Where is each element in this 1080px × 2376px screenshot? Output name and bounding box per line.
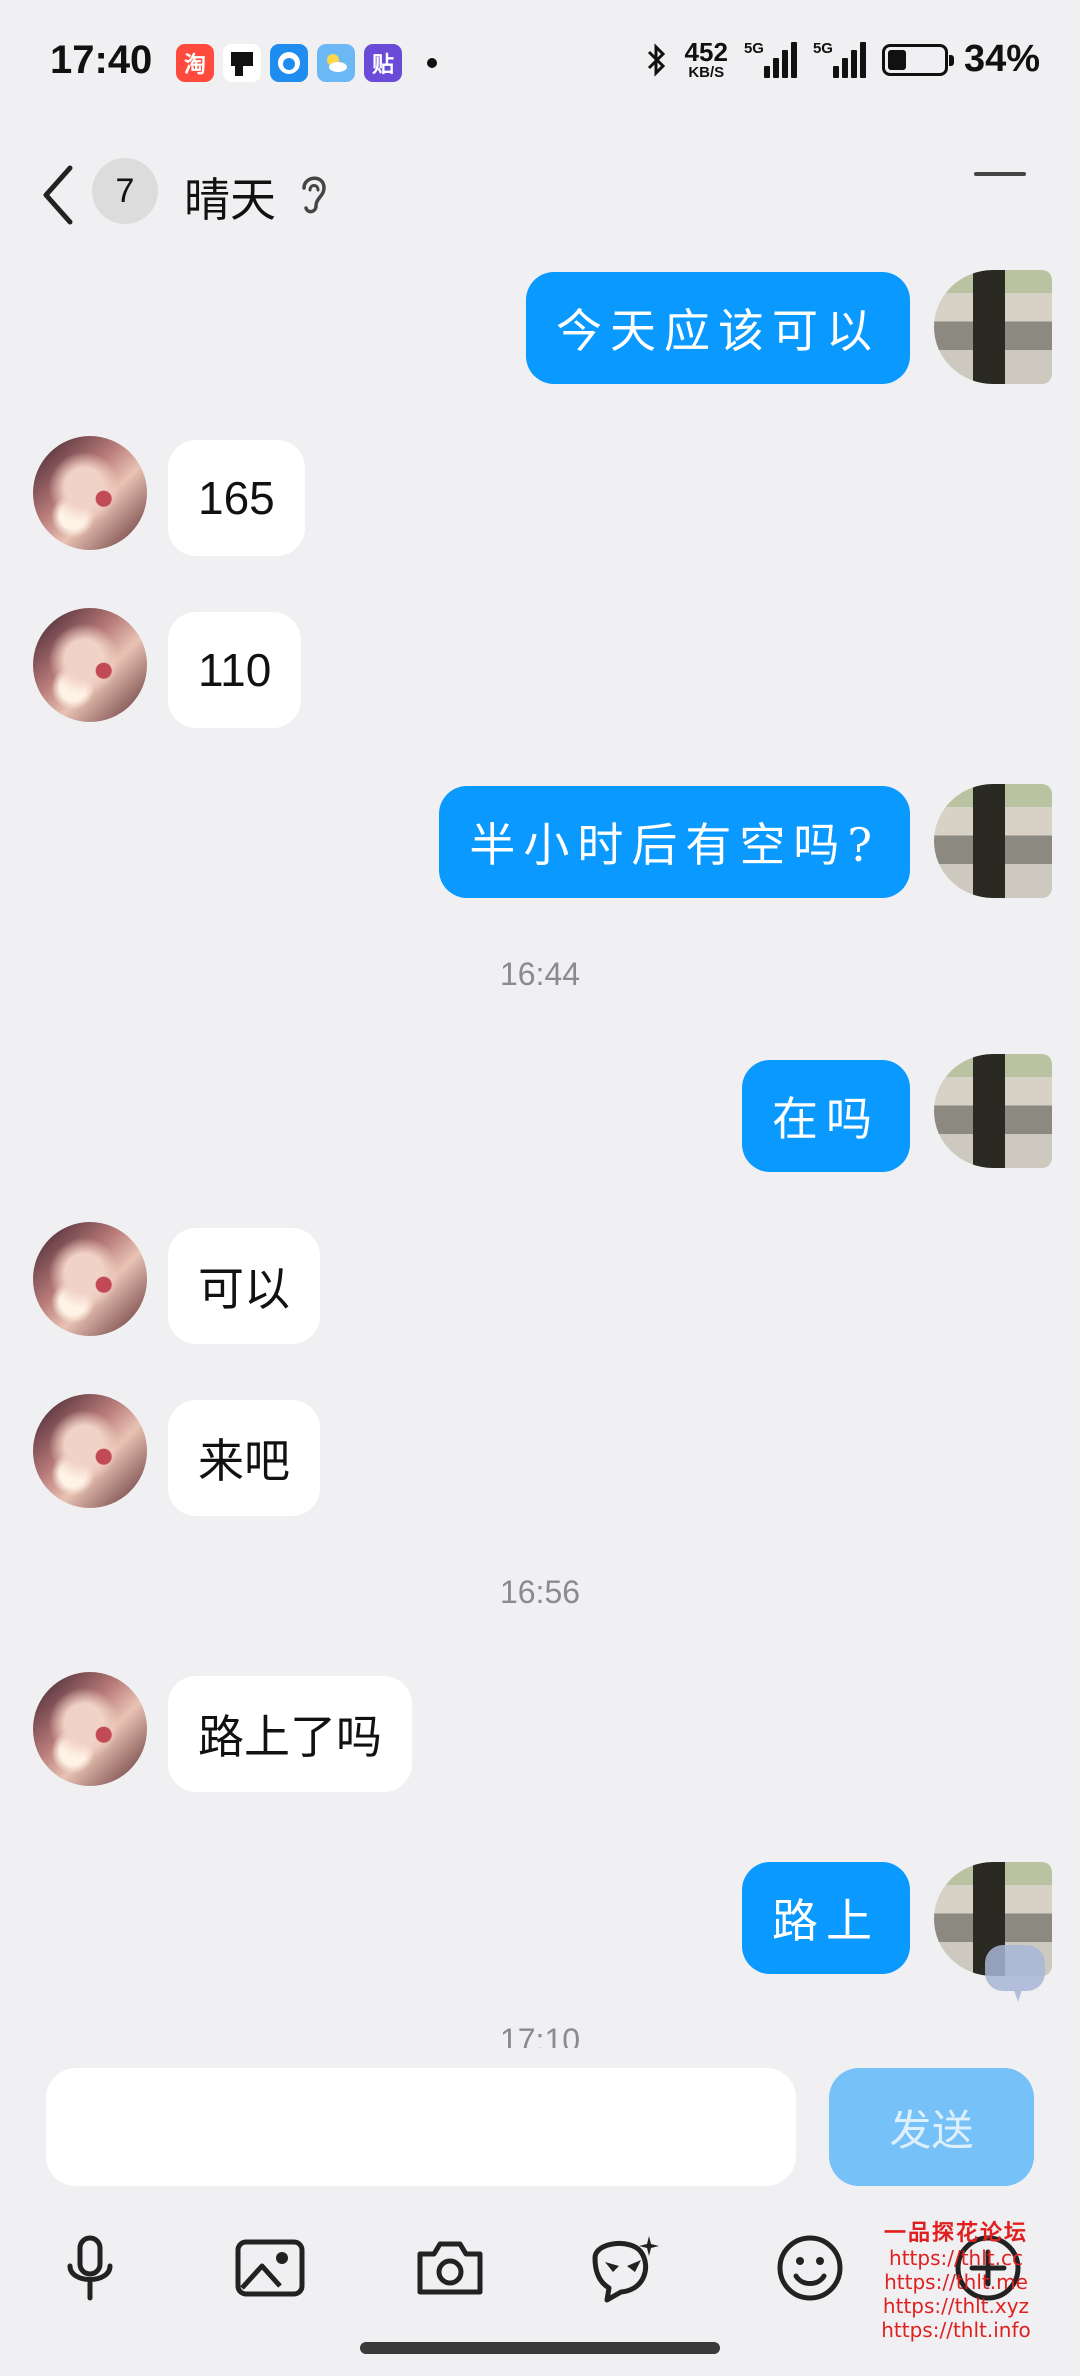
battery-percent: 34% [963, 38, 1040, 80]
signal-icon-1: 5G [743, 39, 797, 78]
my-avatar[interactable] [934, 270, 1052, 384]
message-input[interactable] [46, 2068, 796, 2186]
home-indicator[interactable] [360, 2342, 720, 2354]
message-row: 今天应该可以 [0, 270, 1080, 390]
watermark-title: 一品探花论坛 [883, 2221, 1028, 2246]
message-row: 路上了吗 [0, 1672, 1080, 1792]
sticker-icon[interactable] [585, 2228, 665, 2308]
status-indicators: 452 KB/S 5G 5G 34% [645, 38, 1040, 81]
ear-icon[interactable] [296, 168, 332, 218]
message-row: 半小时后有空吗? [0, 784, 1080, 904]
timestamp-separator: 16:56 [499, 1574, 581, 1610]
contact-avatar[interactable] [33, 608, 147, 722]
outgoing-message-bubble[interactable]: 路上 [742, 1862, 910, 1974]
network-speed-unit: KB/S [688, 64, 725, 81]
contact-avatar[interactable] [33, 1672, 147, 1786]
tieba-app-icon: 贴 [364, 44, 402, 82]
weather-app-icon [317, 44, 355, 82]
my-avatar[interactable] [934, 1054, 1052, 1168]
incoming-message-bubble[interactable]: 路上了吗 [168, 1676, 412, 1792]
network-type-1: 5G [743, 39, 764, 57]
contact-avatar[interactable] [33, 1222, 147, 1336]
chat-header [0, 140, 1080, 250]
chat-bubble-icon[interactable] [980, 1940, 1050, 2010]
watermark-url: https://thlt.me [884, 2270, 1028, 2294]
message-list[interactable]: 今天应该可以 165 110 半小时后有空吗? 16:44 在吗 可以 来吧 1… [0, 250, 1080, 2050]
unread-count-badge[interactable]: 7 [92, 158, 158, 224]
network-speed: 452 KB/S [685, 39, 728, 80]
back-icon[interactable] [38, 160, 88, 230]
signal-icon-2: 5G [812, 39, 866, 78]
contact-name[interactable]: 晴天 [184, 164, 276, 230]
message-row: 来吧 [0, 1394, 1080, 1516]
watermark: 一品探花论坛 https://thlt.cc https://thlt.me h… [856, 2221, 1056, 2343]
message-row: 165 [0, 436, 1080, 556]
network-type-2: 5G [812, 39, 833, 57]
message-row: 在吗 [0, 1054, 1080, 1174]
image-icon[interactable] [230, 2228, 310, 2308]
outgoing-message-bubble[interactable]: 今天应该可以 [526, 272, 910, 384]
status-bar: 17:40 淘 贴 452 KB/S 5G 5G 34% [0, 0, 1080, 120]
watermark-url: https://thlt.cc [889, 2246, 1023, 2270]
incoming-message-bubble[interactable]: 可以 [168, 1228, 320, 1344]
incoming-message-bubble[interactable]: 165 [168, 440, 305, 556]
contact-avatar[interactable] [33, 436, 147, 550]
watermark-url: https://thlt.info [881, 2318, 1031, 2342]
my-avatar[interactable] [934, 784, 1052, 898]
taobao-app-icon: 淘 [176, 44, 214, 82]
timestamp-separator: 17:10 [499, 2022, 581, 2050]
network-speed-value: 452 [684, 37, 728, 67]
more-notifications-dot [427, 58, 437, 68]
battery-icon [881, 43, 954, 76]
message-row: 路上 [0, 1862, 1080, 1982]
watermark-url: https://thlt.xyz [882, 2294, 1030, 2318]
contact-avatar[interactable] [33, 1394, 147, 1508]
camera-icon[interactable] [410, 2228, 490, 2308]
phone-manager-app-icon [223, 44, 261, 82]
microphone-icon[interactable] [50, 2228, 130, 2308]
send-button[interactable]: 发送 [829, 2068, 1034, 2186]
message-row: 110 [0, 608, 1080, 728]
emoji-icon[interactable] [770, 2228, 850, 2308]
incoming-message-bubble[interactable]: 来吧 [168, 1400, 320, 1516]
notification-icons: 淘 贴 [176, 44, 437, 82]
message-row: 可以 [0, 1222, 1080, 1344]
baidu-app-icon [270, 44, 308, 82]
bluetooth-icon [647, 42, 665, 77]
outgoing-message-bubble[interactable]: 半小时后有空吗? [439, 786, 910, 898]
status-time: 17:40 [50, 38, 153, 82]
timestamp-separator: 16:44 [499, 956, 581, 992]
incoming-message-bubble[interactable]: 110 [168, 612, 302, 728]
menu-icon[interactable] [974, 170, 1026, 178]
outgoing-message-bubble[interactable]: 在吗 [742, 1060, 910, 1172]
